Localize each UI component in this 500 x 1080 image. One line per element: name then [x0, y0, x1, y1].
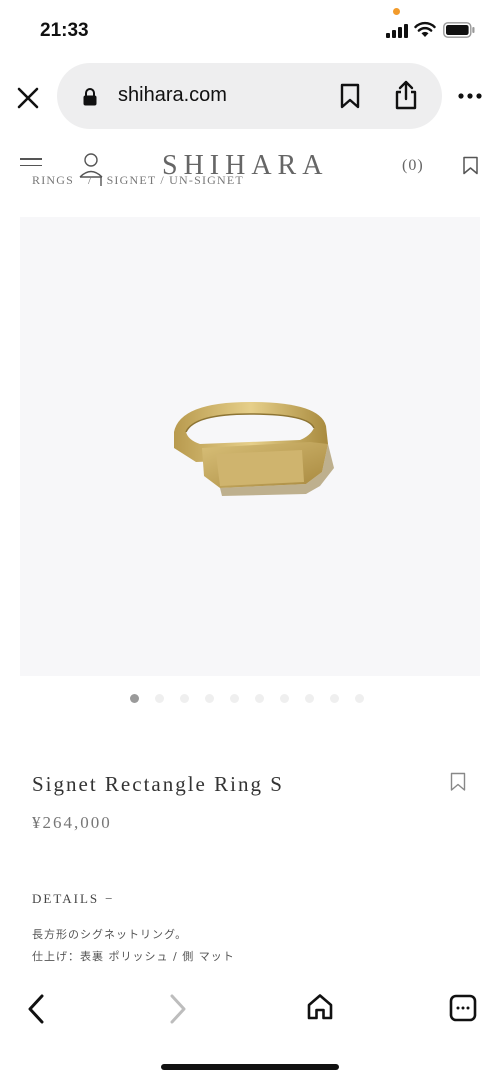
- carousel-dot[interactable]: [255, 694, 264, 703]
- details-description: 長方形のシグネットリング。: [32, 928, 188, 941]
- site-header: RINGS / SIGNET / UN-SIGNET SHIHARA (0): [0, 140, 500, 190]
- battery-icon: [443, 22, 475, 38]
- carousel-dot[interactable]: [180, 694, 189, 703]
- details-finish: 仕上げ：表裏 ポリッシュ / 側 マット: [32, 950, 235, 963]
- carousel-dot[interactable]: [355, 694, 364, 703]
- product-title: Signet Rectangle Ring S: [32, 772, 284, 796]
- carousel-dot[interactable]: [330, 694, 339, 703]
- home-indicator[interactable]: [161, 1064, 339, 1070]
- details-label: DETAILS: [32, 891, 100, 906]
- address-bar[interactable]: [57, 63, 442, 129]
- carousel-dot[interactable]: [130, 694, 139, 703]
- ring-illustration: [174, 402, 334, 496]
- home-icon[interactable]: [306, 993, 334, 1021]
- collapse-icon[interactable]: −: [105, 891, 114, 906]
- details-toggle[interactable]: DETAILS −: [32, 891, 114, 907]
- share-icon[interactable]: [393, 79, 419, 111]
- brand-logo[interactable]: SHIHARA: [162, 150, 328, 182]
- carousel-dot[interactable]: [155, 694, 164, 703]
- cart-count[interactable]: (0): [402, 157, 424, 175]
- menu-icon[interactable]: [20, 158, 42, 172]
- tabs-icon[interactable]: [449, 994, 477, 1022]
- more-icon[interactable]: [458, 93, 482, 99]
- url-text[interactable]: shihara.com: [118, 84, 227, 107]
- signal-icon: [386, 24, 408, 38]
- status-bar: 21:33: [0, 0, 500, 60]
- breadcrumb-separator: /: [88, 173, 93, 187]
- bookmark-icon[interactable]: [338, 83, 362, 109]
- status-time: 21:33: [40, 20, 89, 41]
- product-image[interactable]: [20, 217, 480, 676]
- wifi-icon: [414, 21, 436, 37]
- carousel-dot[interactable]: [205, 694, 214, 703]
- product-price: ¥264,000: [32, 813, 112, 832]
- back-icon[interactable]: [26, 993, 46, 1025]
- bookmark-icon[interactable]: [450, 772, 466, 792]
- lock-icon: [83, 88, 97, 106]
- carousel-dot[interactable]: [230, 694, 239, 703]
- carousel-dots[interactable]: [130, 694, 364, 703]
- carousel-dot[interactable]: [305, 694, 314, 703]
- bookmark-icon[interactable]: [462, 156, 479, 175]
- browser-toolbar: [0, 975, 500, 1080]
- close-icon[interactable]: [14, 84, 42, 112]
- carousel-dot[interactable]: [280, 694, 289, 703]
- forward-icon[interactable]: [168, 993, 188, 1025]
- privacy-indicator-dot: [393, 8, 400, 15]
- breadcrumb-rings[interactable]: RINGS: [32, 173, 74, 187]
